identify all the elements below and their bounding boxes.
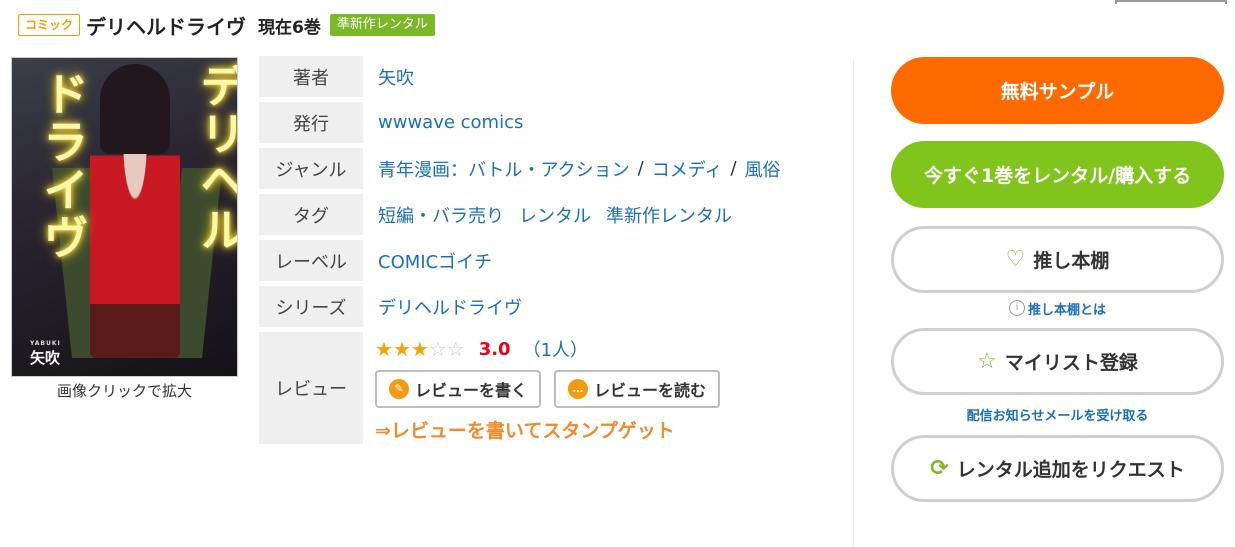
page-title: デリヘルドライヴ [86,14,247,39]
info-label: タグ [259,194,363,235]
info-row-publisher: 発行 wwwave comics [259,102,849,143]
genre-link[interactable]: 風俗 [745,156,781,182]
star-icon: ☆ [446,337,465,361]
star-icon: ★ [392,337,411,361]
cover-caption: 画像クリックで拡大 [56,382,192,400]
rent-now-button[interactable]: 今すぐ1巻をレンタル/購入する [891,141,1224,208]
rental-request-label: レンタル追加をリクエスト [956,459,1185,481]
write-review-button[interactable]: ✎ レビューを書く [375,370,542,408]
info-label: 著者 [259,56,363,97]
oshi-about-label: 推し本棚とは [1027,302,1106,318]
label-link[interactable]: COMICゴイチ [378,248,492,274]
cover-neon-title-1: デリヘル [193,62,238,254]
free-sample-label: 無料サンプル [1000,81,1115,103]
rating-stars: ★ ★ ★ ☆ ☆ 3.0 （1人） [375,336,733,362]
info-row-genre: ジャンル 青年漫画：バトル・アクション / コメディ / 風俗 [259,148,849,189]
cover-author-name: 矢吹 [30,349,61,367]
cover-author: YABUKI 矢吹 [30,340,61,368]
notify-link[interactable]: 配信お知らせメールを受け取る [891,395,1224,433]
review-cell: ★ ★ ★ ☆ ☆ 3.0 （1人） ✎ レビューを書く … レビューを読む ⇒… [363,332,733,444]
series-link[interactable]: デリヘルドライヴ [378,294,522,320]
mylist-button[interactable]: ☆ マイリスト登録 [891,328,1224,395]
tag-link[interactable]: 短編・バラ売り [378,202,504,228]
rental-request-button[interactable]: ⟳ レンタル追加をリクエスト [891,435,1224,502]
star-outline-icon: ☆ [977,349,997,374]
info-row-author: 著者 矢吹 [259,56,849,97]
genre-separator: / [730,158,737,179]
info-icon: i [1008,300,1025,316]
cover-art-hair [100,64,170,154]
oshi-about-link[interactable]: i 推し本棚とは [891,293,1224,323]
rent-now-label: 今すぐ1巻をレンタル/購入する [923,165,1192,187]
review-count[interactable]: （1人） [523,336,588,362]
info-row-tags: タグ 短編・バラ売り レンタル 準新作レンタル [259,194,849,235]
info-row-label: レーベル COMICゴイチ [259,240,849,281]
heart-pin-icon: ♡ [1005,247,1026,272]
review-buttons: ✎ レビューを書く … レビューを読む [375,370,733,408]
read-review-label: レビューを読む [594,381,707,400]
cover-neon-title-2: ドライヴ [36,70,90,262]
cover-image[interactable]: デリヘル ドライヴ YABUKI 矢吹 [11,57,238,377]
oshi-shelf-label: 推し本棚 [1033,250,1110,272]
oshi-shelf-button[interactable]: ♡ 推し本棚 [891,226,1224,293]
page-header: コミック デリヘルドライヴ 現在6巻 準新作レンタル [18,10,435,40]
tag-link[interactable]: レンタル [519,202,591,228]
refresh-icon: ⟳ [930,456,949,481]
category-tag: コミック [18,14,81,36]
rating-score: 3.0 [478,338,511,360]
mylist-label: マイリスト登録 [1004,352,1138,374]
info-label: ジャンル [259,148,363,189]
write-review-label: レビューを書く [415,381,528,400]
volume-count: 現在6巻 [258,17,321,38]
info-label: レビュー [259,332,363,444]
rental-badge: 準新作レンタル [329,14,435,36]
publisher-link[interactable]: wwwave comics [378,112,523,133]
stamp-link[interactable]: ⇒レビューを書いてスタンプゲット [375,416,733,443]
action-panel: 無料サンプル 今すぐ1巻をレンタル/購入する ♡ 推し本棚 i 推し本棚とは ☆… [891,57,1224,502]
tag-link[interactable]: 準新作レンタル [606,202,732,228]
author-link[interactable]: 矢吹 [378,64,414,90]
info-row-review: レビュー ★ ★ ★ ☆ ☆ 3.0 （1人） ✎ レビューを書く … レビュー… [259,332,849,444]
free-sample-button[interactable]: 無料サンプル [891,57,1224,124]
speech-bubble-icon: … [568,379,589,399]
info-label: 発行 [259,102,363,143]
star-icon: ★ [410,337,429,361]
star-icon: ☆ [428,337,447,361]
genre-link[interactable]: 青年漫画：バトル・アクション [378,156,630,182]
info-table: 著者 矢吹 発行 wwwave comics ジャンル 青年漫画：バトル・アクシ… [259,56,849,449]
cover-author-romaji: YABUKI [30,340,61,347]
info-label: レーベル [259,240,363,281]
genre-link[interactable]: コメディ [652,156,723,182]
info-label: シリーズ [259,286,363,327]
column-divider [853,60,854,547]
star-icon: ★ [375,337,393,361]
info-row-series: シリーズ デリヘルドライヴ [259,286,849,327]
top-right-frame [1115,0,1227,4]
genre-separator: / [637,158,644,179]
read-review-button[interactable]: … レビューを読む [554,370,721,408]
pencil-icon: ✎ [389,379,409,399]
